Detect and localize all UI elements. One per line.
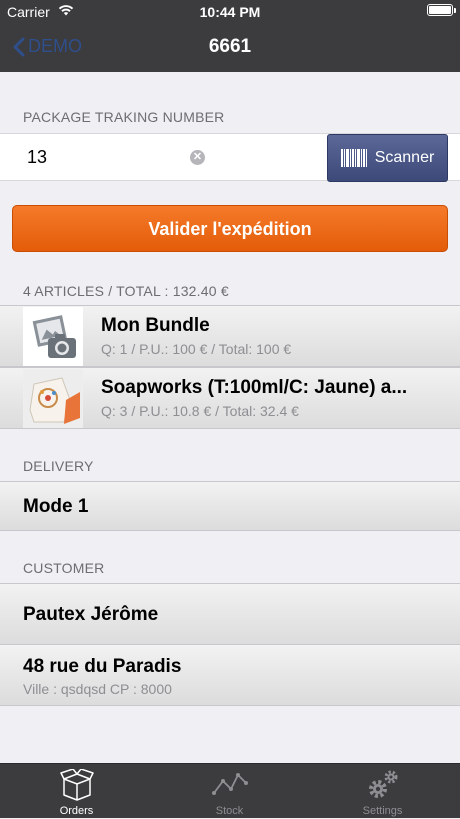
article-details: Q: 3 / P.U.: 10.8 € / Total: 32.4 €	[101, 403, 299, 419]
gears-icon	[368, 770, 397, 798]
status-bar: Carrier 10:44 PM	[0, 0, 460, 22]
tab-settings[interactable]: Settings	[306, 764, 459, 819]
customer-address: 48 rue du Paradis	[23, 656, 182, 677]
customer-address-row[interactable]: 48 rue du Paradis Ville : qsdqsd CP : 80…	[0, 644, 460, 706]
barcode-icon	[340, 149, 367, 167]
article-title: Mon Bundle	[101, 315, 210, 336]
customer-city-line: Ville : qsdqsd CP : 8000	[23, 681, 172, 697]
articles-section-header: 4 ARTICLES / TOTAL : 132.40 €	[23, 283, 229, 299]
camera-placeholder-icon	[23, 307, 83, 366]
clear-icon[interactable]: ✕	[190, 150, 205, 165]
navigation-bar: DEMO 6661	[0, 22, 460, 72]
box-icon	[59, 769, 94, 801]
article-details: Q: 1 / P.U.: 100 € / Total: 100 €	[101, 341, 292, 357]
page-title: 6661	[208, 36, 252, 57]
delivery-section-header: DELIVERY	[23, 458, 94, 474]
validate-shipment-button[interactable]: Valider l'expédition	[12, 205, 448, 252]
delivery-mode: Mode 1	[23, 496, 89, 517]
battery-icon	[427, 4, 456, 16]
tab-stock[interactable]: Stock	[153, 764, 306, 819]
customer-name: Pautex Jérôme	[23, 604, 159, 625]
customer-name-row[interactable]: Pautex Jérôme	[0, 583, 460, 645]
article-row[interactable]: Mon Bundle Q: 1 / P.U.: 100 € / Total: 1…	[0, 305, 460, 367]
delivery-mode-row[interactable]: Mode 1	[0, 481, 460, 531]
tab-label: Orders	[59, 805, 94, 817]
tracking-section-header: PACKAGE TRAKING NUMBER	[23, 109, 225, 125]
line-chart-icon	[211, 773, 248, 795]
article-title: Soapworks (T:100ml/C: Jaune) a...	[101, 377, 408, 398]
tab-label: Settings	[362, 805, 403, 817]
product-photo	[23, 369, 83, 428]
tab-orders[interactable]: Orders	[0, 764, 153, 819]
customer-section-header: CUSTOMER	[23, 560, 105, 576]
tracking-number-input[interactable]	[25, 146, 179, 169]
tab-bar: Orders Stock Settings	[0, 763, 460, 818]
tab-label: Stock	[215, 805, 244, 817]
scanner-button[interactable]: Scanner	[327, 134, 448, 182]
article-row[interactable]: Soapworks (T:100ml/C: Jaune) a... Q: 3 /…	[0, 367, 460, 429]
tracking-row: ✕ Scanner	[0, 133, 460, 182]
scanner-label: Scanner	[374, 149, 435, 166]
clock: 10:44 PM	[199, 4, 261, 20]
